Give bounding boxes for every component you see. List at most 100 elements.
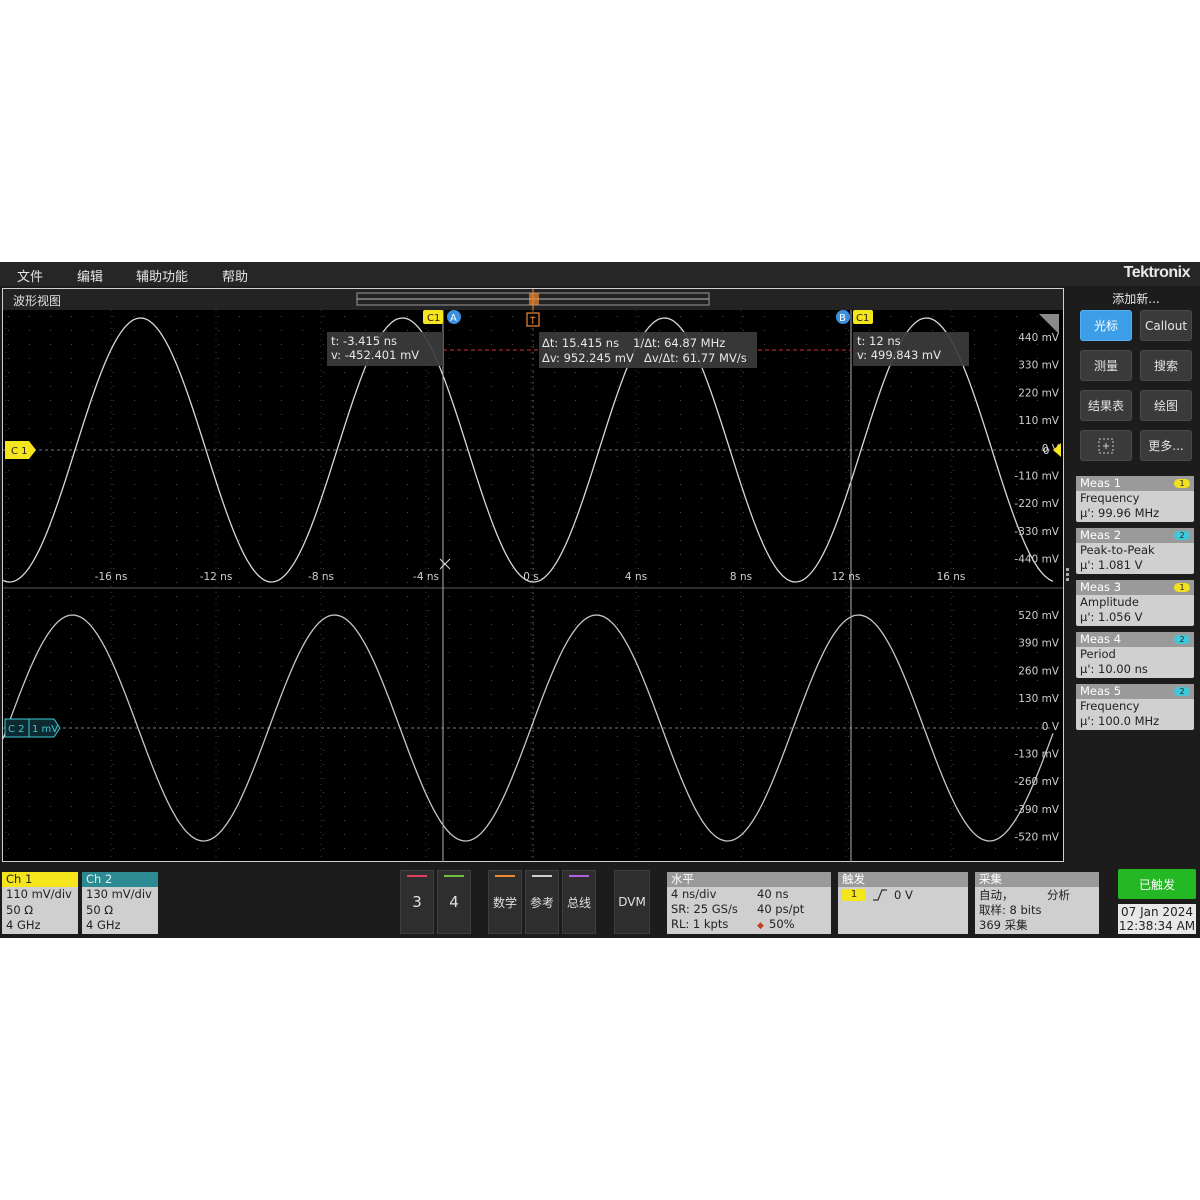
more-button[interactable]: 更多...	[1140, 430, 1192, 461]
ch1-offset-marker[interactable]: C 1	[5, 441, 36, 459]
time-tick-label: 16 ns	[937, 571, 966, 583]
cursor-a-time: t: -3.415 ns	[331, 334, 397, 348]
ch3-label: 3	[412, 893, 422, 911]
zoom-corner-icon[interactable]	[1039, 314, 1059, 334]
trigger-panel[interactable]: 触发 1 0 V	[838, 872, 968, 934]
delta-slope: Δv/Δt: 61.77 MV/s	[644, 351, 747, 365]
measurement-type: Frequency	[1080, 699, 1140, 713]
ch1-volt-tick-label: 110 mV	[1018, 415, 1060, 427]
measurement-card[interactable]: Meas 4 2 Period μ': 10.00 ns	[1076, 632, 1194, 678]
results-table-button[interactable]: 结果表	[1080, 390, 1132, 421]
cursor-a-tag[interactable]: C1 A	[423, 310, 461, 324]
delta-voltage: Δv: 952.245 mV	[542, 351, 634, 365]
acquisition-panel[interactable]: 采集 自动， 分析 取样: 8 bits 369 采集	[975, 872, 1099, 934]
ch1-volt-tick-label: -220 mV	[1014, 498, 1059, 510]
svg-text:C1: C1	[427, 313, 440, 324]
ch2-impedance: 50 Ω	[86, 902, 114, 917]
dvm-button[interactable]: DVM	[614, 870, 650, 934]
ch3-button[interactable]: 3	[400, 870, 434, 934]
graticule-grid	[5, 310, 1038, 862]
ch2-volt-tick-label: -520 mV	[1014, 832, 1059, 844]
menu-file[interactable]: 文件	[17, 266, 43, 285]
cursor-a-voltage: v: -452.401 mV	[331, 348, 419, 362]
ch1-badge[interactable]: Ch 1 110 mV/div 50 Ω 4 GHz	[2, 872, 78, 934]
trigger-title: 触发	[838, 872, 968, 887]
panel-resize-handle[interactable]	[1066, 568, 1070, 582]
ch1-volt-tick-label: 220 mV	[1018, 387, 1060, 399]
record-view-bar[interactable]	[3, 289, 1063, 310]
ch4-button[interactable]: 4	[437, 870, 471, 934]
measurement-card[interactable]: Meas 2 2 Peak-to-Peak μ': 1.081 V	[1076, 528, 1194, 574]
zoom-select-icon	[1098, 438, 1114, 453]
acquisition-title: 采集	[975, 872, 1099, 887]
menu-utility[interactable]: 辅助功能	[136, 266, 188, 285]
trigger-position-marker[interactable]: T	[526, 312, 540, 327]
time-resolution: 40 ps/pt	[757, 902, 805, 916]
measurement-card[interactable]: Meas 5 2 Frequency μ': 100.0 MHz	[1076, 684, 1194, 730]
plot-button[interactable]: 绘图	[1140, 390, 1192, 421]
ch2-offset-marker[interactable]: C 2 1 mV	[4, 718, 61, 738]
add-new-title: 添加新...	[1112, 292, 1160, 306]
ch2-badge[interactable]: Ch 2 130 mV/div 50 Ω 4 GHz	[82, 872, 158, 934]
ch1-scale: 110 mV/div	[6, 887, 72, 901]
callout-button[interactable]: Callout	[1140, 310, 1192, 341]
ch2-title: Ch 2	[82, 872, 158, 887]
ch2-volt-tick-label: -390 mV	[1014, 804, 1059, 816]
time: 12:38:34 AM	[1118, 919, 1196, 933]
svg-text:C 2: C 2	[8, 724, 25, 735]
measurement-channel-badge: 2	[1174, 531, 1190, 540]
measurement-card[interactable]: Meas 3 1 Amplitude μ': 1.056 V	[1076, 580, 1194, 626]
delta-time: Δt: 15.415 ns	[542, 336, 619, 350]
ch2-volt-tick-label: -260 mV	[1014, 776, 1059, 788]
svg-text:C1: C1	[856, 313, 869, 324]
measurement-type: Amplitude	[1080, 595, 1139, 609]
bus-button[interactable]: 总线	[562, 870, 596, 934]
sample-rate: SR: 25 GS/s	[671, 902, 738, 916]
svg-text:C 1: C 1	[11, 446, 28, 457]
time-tick-label: 12 ns	[832, 571, 861, 583]
dvm-label: DVM	[618, 895, 646, 909]
ch1-volt-tick-label: -330 mV	[1014, 526, 1059, 538]
measurement-channel-badge: 2	[1174, 635, 1190, 644]
svg-text:A: A	[450, 313, 457, 324]
ch2-volt-tick-label: 0 V	[1042, 721, 1060, 733]
trigger-source: 1	[842, 889, 866, 901]
horizontal-position: 40 ns	[757, 887, 789, 901]
math-button[interactable]: 数学	[488, 870, 522, 934]
measurement-value: μ': 10.00 ns	[1080, 662, 1148, 676]
cursor-b-tag[interactable]: B C1	[836, 310, 873, 324]
menu-help[interactable]: 帮助	[222, 266, 248, 285]
date: 07 Jan 2024	[1121, 905, 1193, 919]
results-panel: 添加新... 光标 Callout 测量 搜索 结果表 绘图 更多... Mea…	[1072, 286, 1200, 938]
cursors-button[interactable]: 光标	[1080, 310, 1132, 341]
horizontal-panel[interactable]: 水平 4 ns/div 40 ns SR: 25 GS/s 40 ps/pt R…	[667, 872, 831, 934]
ref-button[interactable]: 参考	[525, 870, 559, 934]
menu-bar: 文件 编辑 辅助功能 帮助 Tektronix	[0, 262, 1200, 286]
delta-inverse-time: 1/Δt: 64.87 MHz	[633, 336, 725, 350]
measurement-type: Frequency	[1080, 491, 1140, 505]
horizontal-title: 水平	[667, 872, 831, 887]
ch1-title: Ch 1	[2, 872, 78, 887]
bus-label: 总线	[566, 895, 591, 910]
measurement-channel-badge: 1	[1174, 479, 1190, 488]
oscilloscope-app: 文件 编辑 辅助功能 帮助 Tektronix 波形视图 -16 ns -12 …	[0, 262, 1200, 938]
rising-edge-icon	[873, 889, 887, 901]
waveform-plot[interactable]: -16 ns -12 ns -8 ns -4 ns 0 s 4 ns 8 ns 12 ns 16…	[3, 310, 1063, 862]
zoom-select-button[interactable]	[1080, 430, 1132, 461]
search-button[interactable]: 搜索	[1140, 350, 1192, 381]
ch1-volt-tick-label: 440 mV	[1018, 332, 1060, 344]
ch1-volt-labels: 440 mV330 mV220 mV110 mV0 V-110 mV-220 m…	[1014, 332, 1059, 566]
measure-button[interactable]: 测量	[1080, 350, 1132, 381]
ch2-volt-tick-label: -130 mV	[1014, 749, 1059, 761]
menu-edit[interactable]: 编辑	[77, 266, 103, 285]
time-tick-label: 4 ns	[625, 571, 647, 583]
ch1-volt-tick-label: -110 mV	[1014, 471, 1059, 483]
horizontal-scale: 4 ns/div	[671, 887, 717, 901]
svg-text:T: T	[529, 317, 536, 327]
triggered-status-button[interactable]: 已触发	[1118, 869, 1196, 899]
cursor-a-crosshair-icon	[439, 558, 451, 570]
ch1-volt-tick-label: -440 mV	[1014, 554, 1059, 566]
waveform-view[interactable]: 波形视图 -16 ns -12 ns -8 ns -4 ns 0 s 4 ns …	[2, 288, 1064, 862]
measurement-card[interactable]: Meas 1 1 Frequency μ': 99.96 MHz	[1076, 476, 1194, 522]
ch2-volt-tick-label: 520 mV	[1018, 610, 1060, 622]
